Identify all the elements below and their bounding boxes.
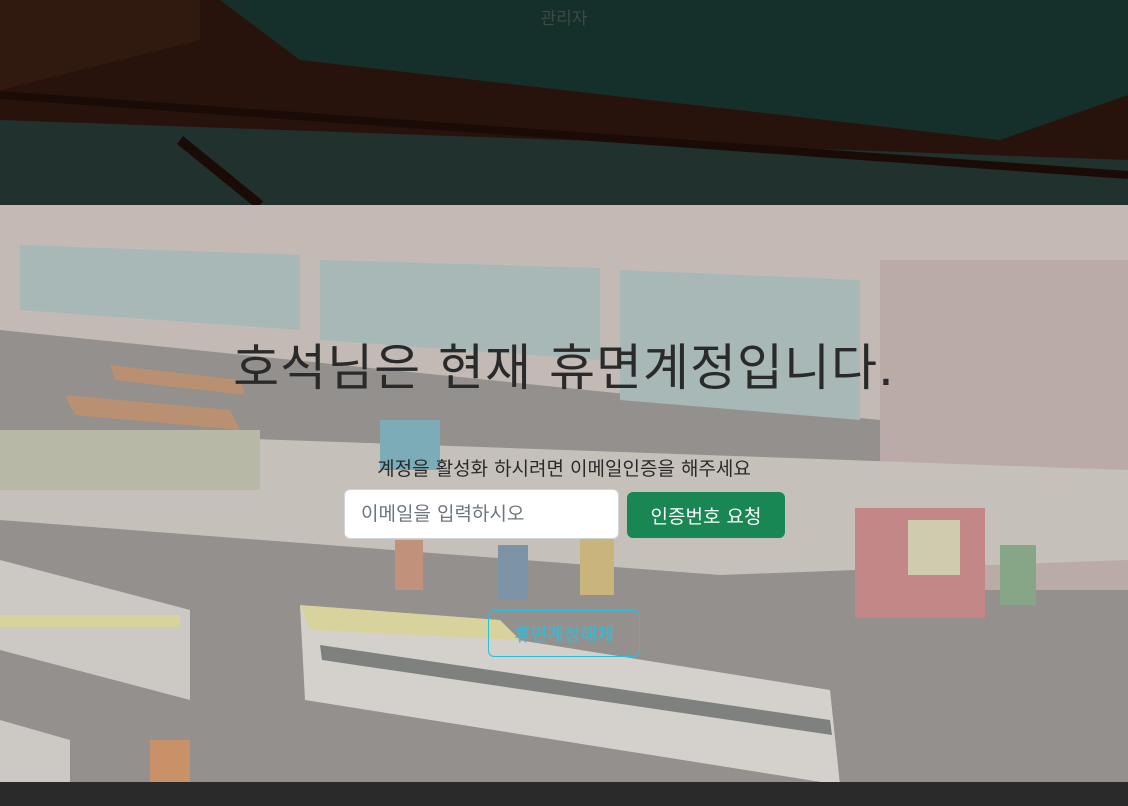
request-code-button[interactable]: 인증번호 요청	[627, 492, 785, 538]
header-brand[interactable]: 관리자	[0, 4, 1128, 29]
release-dormant-button[interactable]: 휴면계정해제	[488, 610, 640, 657]
footer-bar	[0, 782, 1128, 806]
page-title: 호석님은 현재 휴면계정입니다.	[233, 339, 895, 397]
email-input[interactable]	[344, 489, 619, 539]
instruction-text: 계정을 활성화 하시려면 이메일인증을 해주세요	[377, 458, 751, 480]
top-dark-band	[0, 0, 1128, 205]
